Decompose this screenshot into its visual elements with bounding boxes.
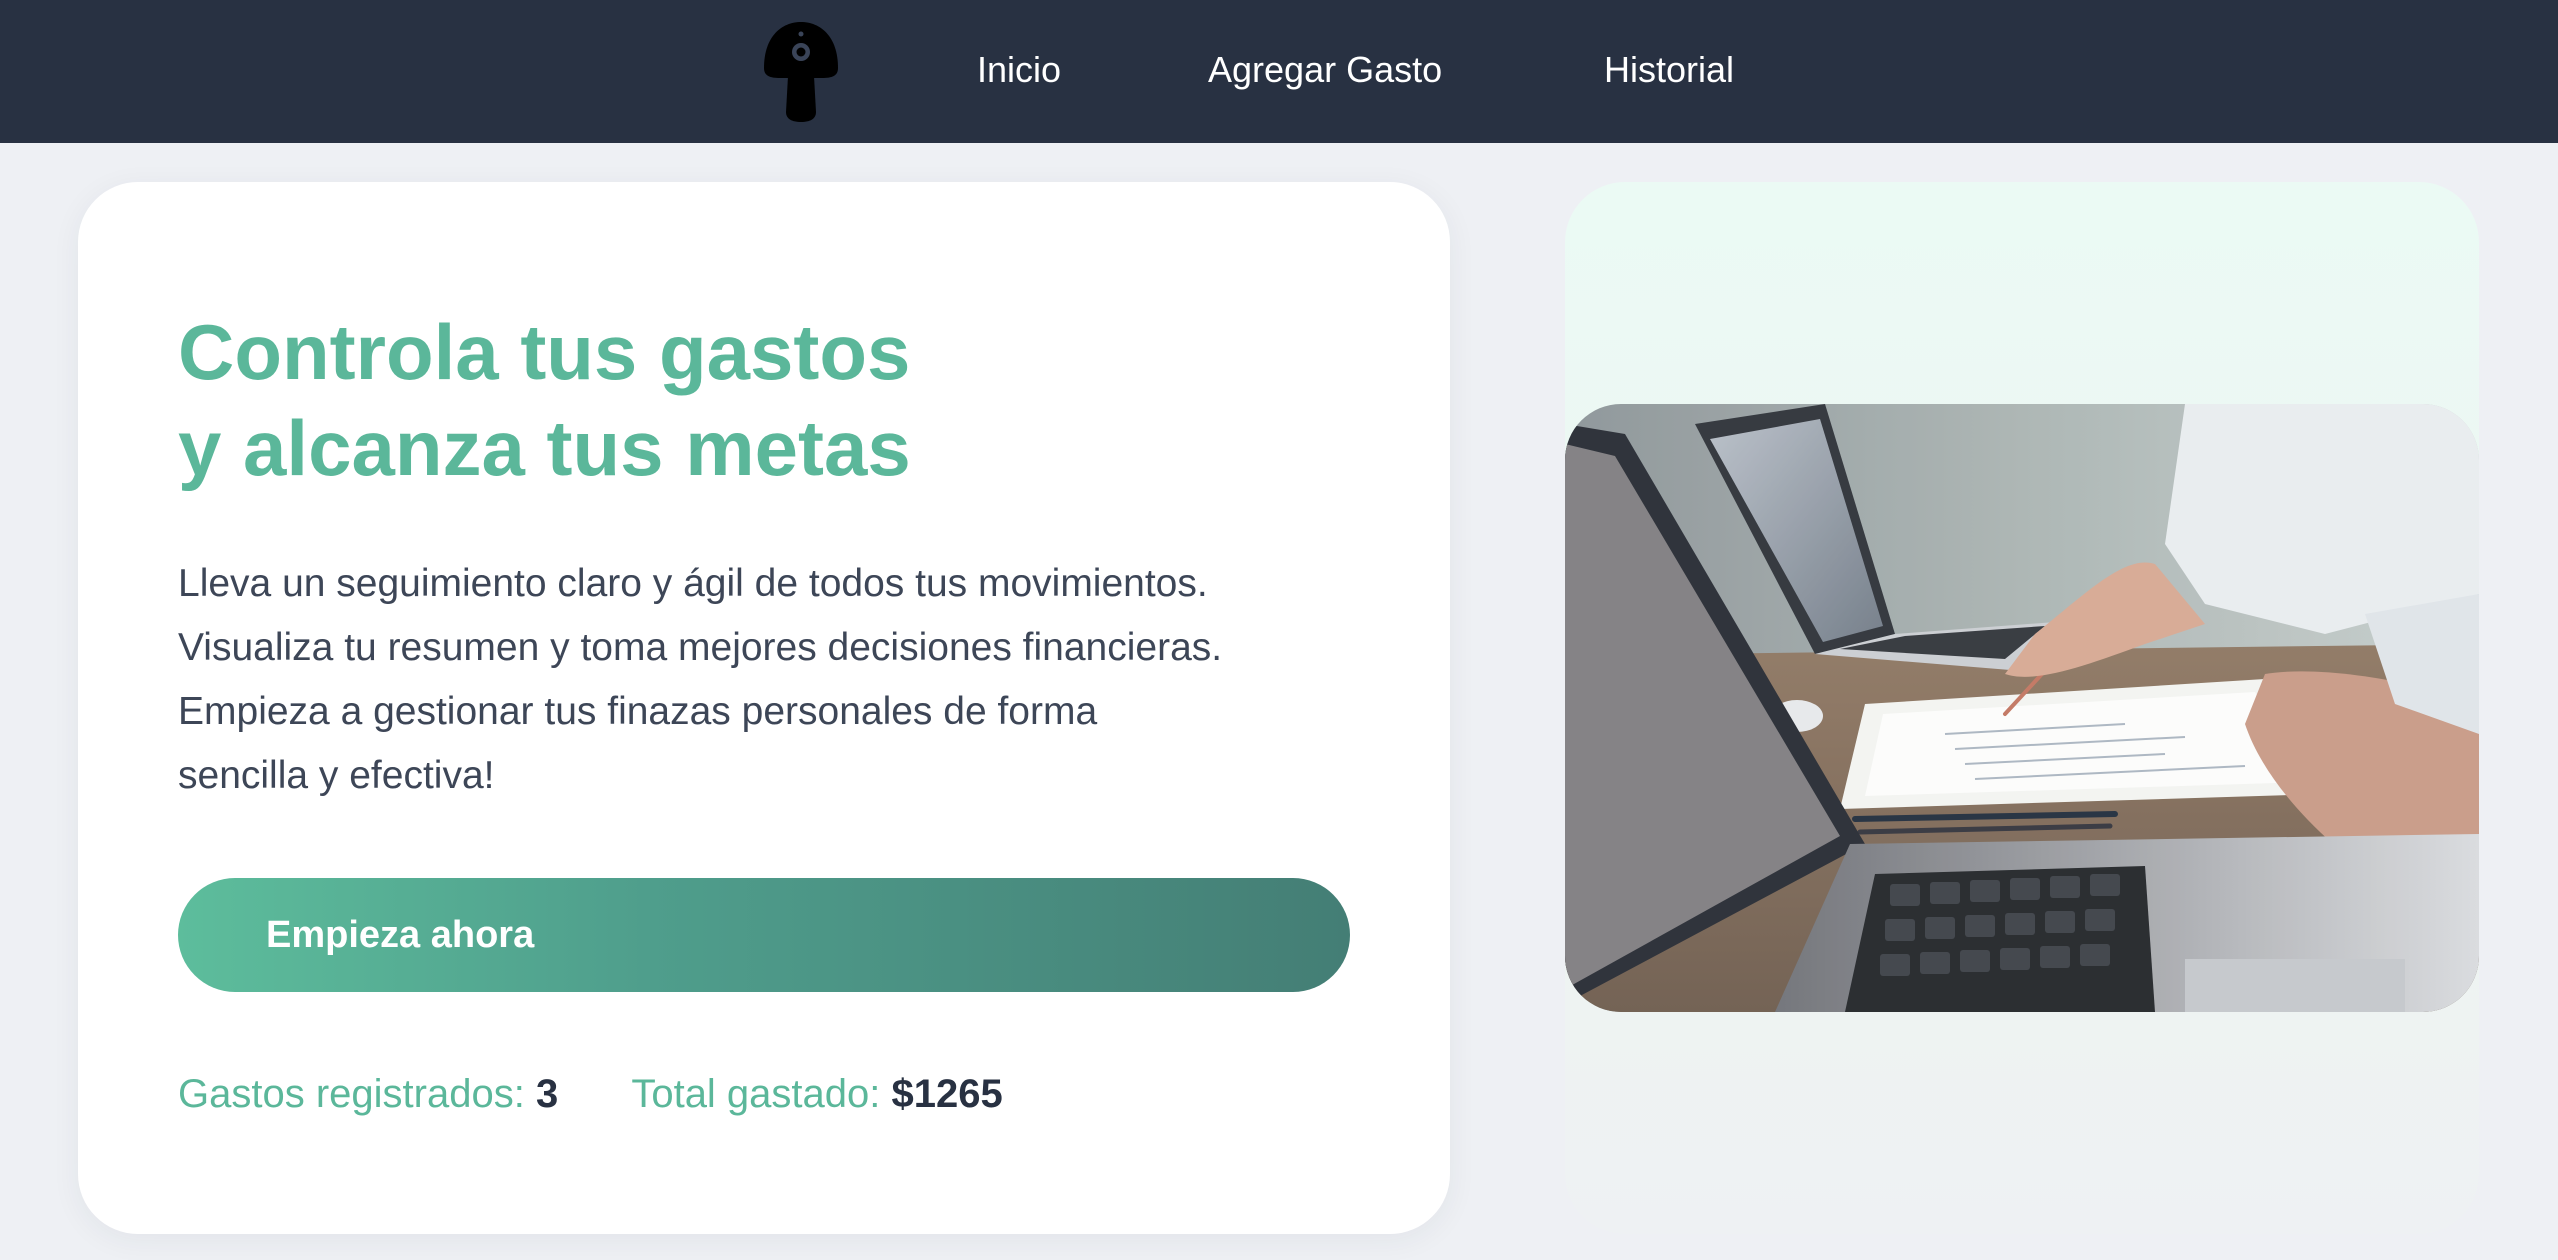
headline-line-1: Controla tus gastos [178, 308, 911, 396]
description-line: sencilla y efectiva! [178, 754, 495, 797]
hero-headline: Controla tus gastos y alcanza tus metas [178, 304, 911, 496]
headline-line-2: y alcanza tus metas [178, 404, 911, 492]
nav-link-inicio[interactable]: Inicio [977, 48, 1061, 92]
mushroom-logo-icon[interactable] [760, 22, 842, 122]
hero-image-panel [1565, 182, 2479, 1234]
expenses-count-value: 3 [535, 1072, 559, 1116]
description-line: Empieza a gestionar tus finazas personal… [178, 690, 1098, 733]
total-spent-value: $1265 [891, 1072, 1003, 1116]
total-spent-stat: Total gastado: $1265 [631, 1070, 1002, 1118]
start-now-button[interactable]: Empieza ahora [178, 878, 1350, 992]
description-line: Visualiza tu resumen y toma mejores deci… [178, 626, 1223, 669]
top-navbar: Inicio Agregar Gasto Historial [0, 0, 2558, 143]
stats-row: Gastos registrados: 3 Total gastado: $12… [178, 1070, 1003, 1118]
hero-card: Controla tus gastos y alcanza tus metas … [78, 182, 1450, 1234]
expenses-count-label: Gastos registrados: [178, 1072, 525, 1116]
description-line: Lleva un seguimiento claro y ágil de tod… [178, 562, 1208, 605]
nav-link-historial[interactable]: Historial [1604, 48, 1734, 92]
expenses-count-stat: Gastos registrados: 3 [178, 1070, 558, 1118]
nav-link-agregar-gasto[interactable]: Agregar Gasto [1208, 48, 1442, 92]
people-working-photo [1565, 404, 2479, 1012]
total-spent-label: Total gastado: [631, 1072, 881, 1116]
hero-description: Lleva un seguimiento claro y ágil de tod… [178, 552, 1408, 808]
